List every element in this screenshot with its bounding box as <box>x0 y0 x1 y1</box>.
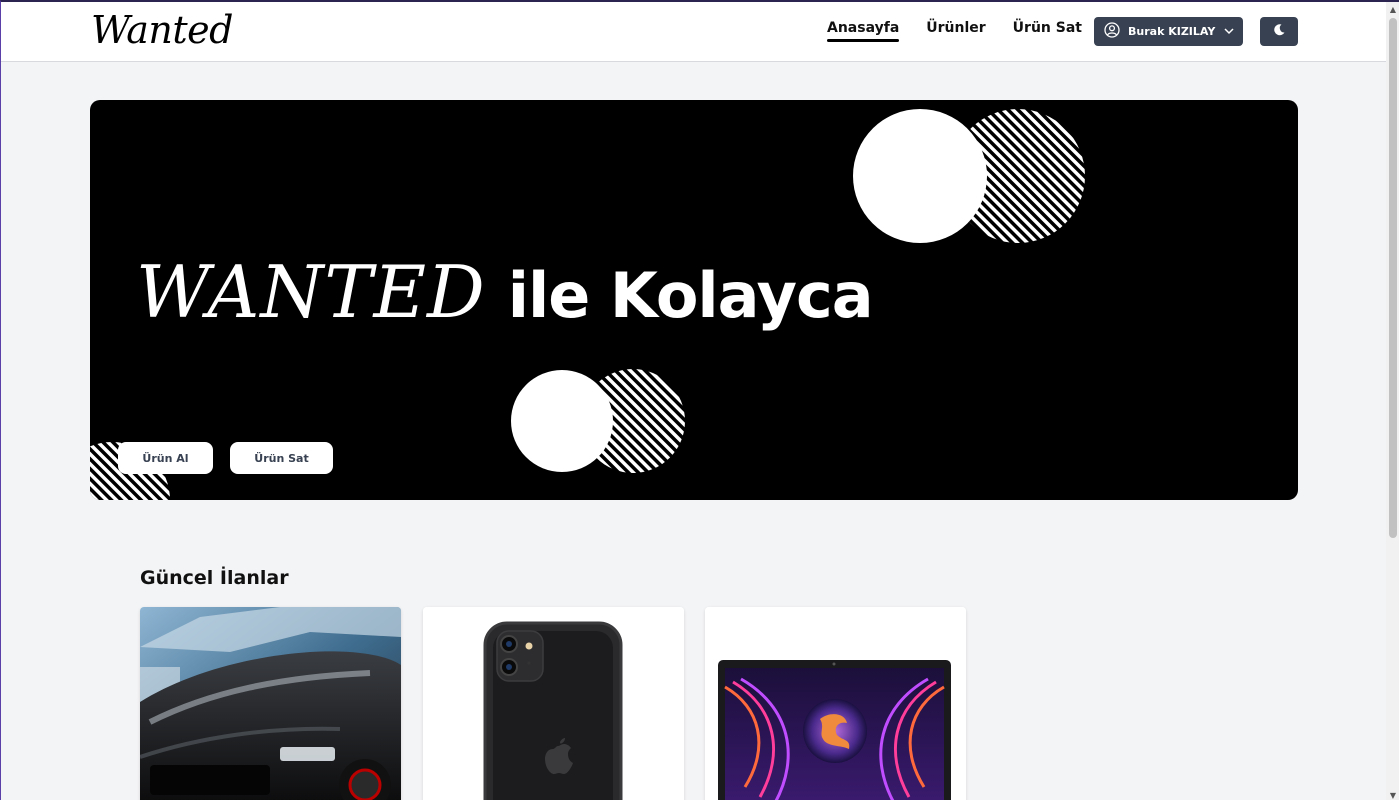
moon-icon <box>1272 22 1286 41</box>
user-name: Burak KIZILAY <box>1128 25 1216 38</box>
gaming-laptop-image <box>705 607 966 800</box>
scroll-down-icon[interactable]: ▼ <box>1386 788 1399 800</box>
white-circle-top <box>853 109 987 243</box>
nav-link-anasayfa[interactable]: Anasayfa <box>827 20 900 42</box>
listing-card[interactable] <box>705 607 966 800</box>
user-menu-button[interactable]: Burak KIZILAY <box>1094 17 1243 46</box>
hero-tagline: ile Kolayca <box>507 259 874 332</box>
scroll-thumb[interactable] <box>1389 18 1397 538</box>
hero-brand: WANTED <box>136 250 486 334</box>
hero-banner: WANTED ile Kolayca Ürün Al Ürün Sat <box>90 100 1298 500</box>
sell-product-button[interactable]: Ürün Sat <box>230 442 333 474</box>
scroll-up-icon[interactable]: ▲ <box>1386 2 1399 16</box>
hero-title: WANTED ile Kolayca <box>136 250 874 334</box>
white-circle-bottom <box>511 370 613 472</box>
buy-product-button[interactable]: Ürün Al <box>118 442 213 474</box>
chevron-down-icon <box>1223 22 1235 41</box>
nav-link-urunler[interactable]: Ürünler <box>926 20 985 42</box>
user-circle-icon <box>1104 21 1120 42</box>
scrollbar[interactable]: ▲ ▼ <box>1386 2 1399 800</box>
logo[interactable]: Wanted <box>91 8 233 52</box>
section-title: Güncel İlanlar <box>140 567 289 589</box>
navbar: Wanted Anasayfa Ürünler Ürün Sat Burak K… <box>1 2 1386 62</box>
nav-link-urun-sat[interactable]: Ürün Sat <box>1013 20 1082 42</box>
black-smartphone-image <box>423 607 684 800</box>
listing-card[interactable] <box>140 607 401 800</box>
black-sports-car-image <box>140 607 401 800</box>
nav-links: Anasayfa Ürünler Ürün Sat <box>827 20 1082 42</box>
listing-card[interactable] <box>423 607 684 800</box>
theme-toggle-button[interactable] <box>1260 17 1298 46</box>
